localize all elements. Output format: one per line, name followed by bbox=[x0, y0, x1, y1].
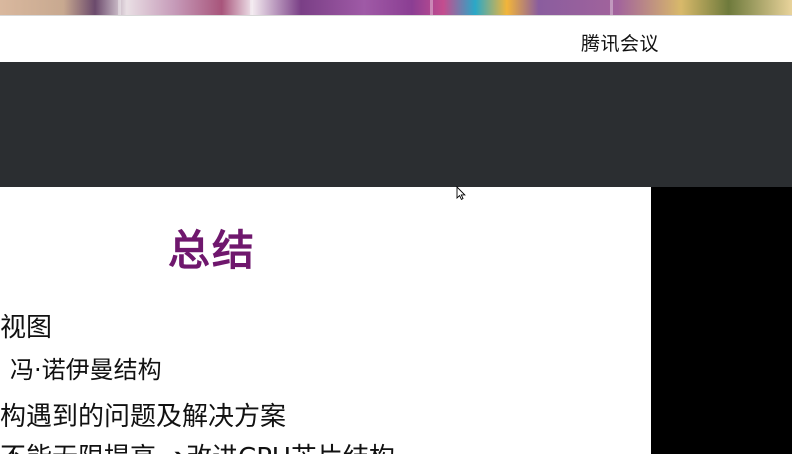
wallpaper-detail bbox=[250, 0, 253, 15]
slide-bullet-4: 率不能无限提高 ➔改进CPU芯片结构 bbox=[0, 437, 395, 454]
slide-bullet-3: 结构遇到的问题及解决方案 bbox=[0, 402, 287, 432]
meeting-toolbar-area bbox=[0, 62, 792, 187]
slide-bullet-1: 架视图 bbox=[0, 313, 53, 343]
shared-screen-slide: 总结 架视图 冯·诺伊曼结构 结构遇到的问题及解决方案 率不能无限提高 ➔改进C… bbox=[0, 187, 651, 454]
slide-bullet-2: 冯·诺伊曼结构 bbox=[10, 356, 162, 384]
wallpaper-detail bbox=[118, 0, 121, 15]
wallpaper-detail bbox=[430, 0, 433, 15]
meeting-window-titlebar[interactable]: 腾讯会议 bbox=[0, 15, 792, 62]
mouse-pointer-icon bbox=[456, 186, 466, 200]
desktop-wallpaper-strip bbox=[0, 0, 792, 15]
app-title: 腾讯会议 bbox=[581, 33, 660, 55]
slide-title: 总结 bbox=[168, 226, 257, 275]
video-side-panel bbox=[651, 187, 792, 454]
wallpaper-detail bbox=[610, 0, 613, 15]
